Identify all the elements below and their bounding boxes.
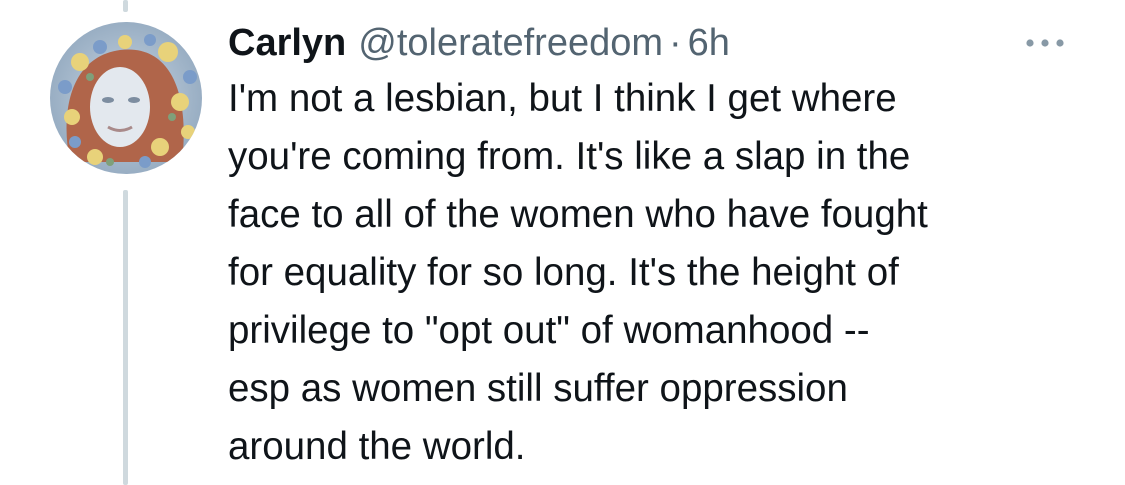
tweet-text-line: I'm not a lesbian, but I think I get whe… <box>228 77 897 120</box>
ellipsis-icon <box>1026 39 1064 47</box>
tweet-text-line: for equality for so long. It's the heigh… <box>228 251 899 294</box>
tweet-text: I'm not a lesbian, but I think I get whe… <box>228 70 1088 476</box>
display-name[interactable]: Carlyn <box>228 18 346 68</box>
tweet-text-line: privilege to "opt out" of womanhood -- <box>228 309 870 352</box>
thread-connector-top <box>123 0 128 12</box>
more-options-button[interactable] <box>1018 28 1072 58</box>
tweet-header: Carlyn @toleratefreedom · 6h <box>228 18 730 68</box>
separator-dot: · <box>669 22 682 64</box>
tweet-text-line: esp as women still suffer oppression <box>228 367 848 410</box>
profile-photo-icon <box>50 22 202 174</box>
tweet-text-line: you're coming from. It's like a slap in … <box>228 135 911 178</box>
tweet-text-line: face to all of the women who have fought <box>228 193 928 236</box>
thread-connector-line <box>123 190 128 485</box>
tweet-text-line: around the world. <box>228 425 526 468</box>
avatar[interactable] <box>50 22 202 174</box>
timestamp[interactable]: 6h <box>688 18 730 68</box>
user-handle[interactable]: @toleratefreedom <box>358 18 663 68</box>
